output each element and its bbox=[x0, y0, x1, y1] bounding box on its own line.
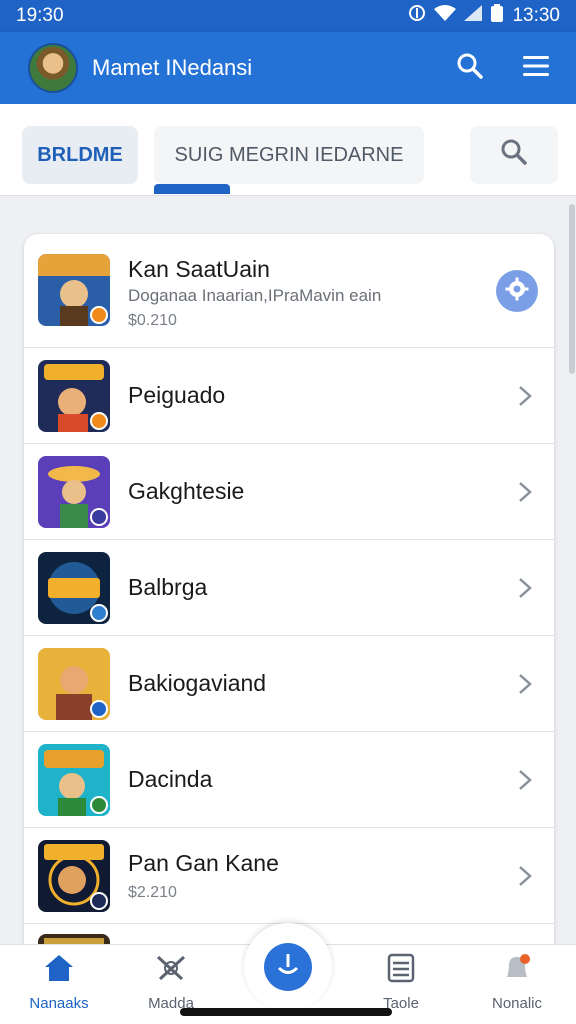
tab-0[interactable]: BRLDME bbox=[22, 126, 138, 184]
chevron-right-icon bbox=[518, 769, 532, 791]
chevron-right-icon bbox=[518, 577, 532, 599]
chevron-right-icon bbox=[518, 385, 532, 407]
tab-1[interactable]: SUIG MEGRIN IEDARNE bbox=[154, 126, 424, 184]
game-icon bbox=[38, 552, 110, 624]
item-title: Gakghtesie bbox=[128, 478, 245, 504]
item-price: $0.210 bbox=[128, 312, 177, 329]
status-time-right: 13:30 bbox=[512, 5, 560, 26]
home-indicator[interactable] bbox=[180, 1008, 392, 1016]
status-icons: 13:30 bbox=[408, 4, 560, 28]
item-subtitle: Doganaa Inaarian,IPraMavin eain bbox=[128, 286, 382, 305]
app-bar: Mamet INedansi bbox=[0, 32, 576, 104]
center-action-inner bbox=[264, 943, 312, 991]
settings-button[interactable] bbox=[496, 270, 538, 312]
game-badge bbox=[90, 604, 108, 622]
list-item[interactable]: Gakghtesie bbox=[24, 444, 554, 540]
game-badge bbox=[90, 412, 108, 430]
list-item[interactable]: Kan SaatUain Doganaa Inaarian,IPraMavin … bbox=[24, 234, 554, 348]
item-title: Pan Gan Kane bbox=[128, 850, 279, 876]
item-title: Balbrga bbox=[128, 574, 208, 600]
scrollbar[interactable] bbox=[569, 204, 575, 374]
menu-button[interactable] bbox=[516, 48, 556, 88]
search-icon bbox=[500, 138, 528, 172]
signal-icon bbox=[464, 5, 483, 27]
swords-icon bbox=[154, 953, 188, 987]
game-icon bbox=[38, 648, 110, 720]
search-icon bbox=[456, 52, 484, 85]
item-title: Kan SaatUain bbox=[128, 256, 270, 282]
list-item[interactable]: Bakiogaviand bbox=[24, 636, 554, 732]
game-badge bbox=[90, 892, 108, 910]
active-tab-indicator bbox=[154, 184, 230, 194]
bell-icon bbox=[501, 953, 533, 987]
settings-icon bbox=[505, 277, 529, 306]
avatar-icon[interactable] bbox=[28, 43, 78, 93]
game-icon bbox=[38, 254, 110, 326]
game-icon bbox=[38, 744, 110, 816]
nav-notifications[interactable]: Nonalic bbox=[462, 953, 572, 1012]
tab-bar: BRLDME SUIG MEGRIN IEDARNE bbox=[0, 104, 576, 196]
list-item[interactable]: Dacinda bbox=[24, 732, 554, 828]
game-badge bbox=[90, 796, 108, 814]
nav-label: Nanaaks bbox=[29, 995, 89, 1012]
game-badge bbox=[90, 508, 108, 526]
download-icon bbox=[274, 951, 302, 984]
tab-search-button[interactable] bbox=[470, 126, 558, 184]
center-action-button[interactable] bbox=[244, 923, 332, 1011]
game-icon bbox=[38, 456, 110, 528]
item-title: Peiguado bbox=[128, 382, 226, 408]
chevron-right-icon bbox=[518, 481, 532, 503]
list-item[interactable]: Peiguado bbox=[24, 348, 554, 444]
item-title: Bakiogaviand bbox=[128, 670, 267, 696]
chevron-right-icon bbox=[518, 673, 532, 695]
game-icon bbox=[38, 840, 110, 912]
nav-home[interactable]: Nanaaks bbox=[4, 953, 114, 1012]
chevron-right-icon bbox=[518, 865, 532, 887]
app-title: Mamet INedansi bbox=[92, 55, 253, 80]
list-item[interactable]: Pan Gan Kane $2.210 bbox=[24, 828, 554, 924]
search-button[interactable] bbox=[450, 48, 490, 88]
nav-table[interactable]: Taole bbox=[346, 953, 456, 1012]
status-bar: 19:30 13:30 bbox=[0, 0, 576, 32]
battery-icon bbox=[490, 4, 504, 28]
game-icon bbox=[38, 360, 110, 432]
nav-label: Nonalic bbox=[491, 995, 543, 1012]
item-price: $2.210 bbox=[128, 884, 177, 901]
hamburger-menu-icon bbox=[523, 55, 549, 82]
item-title: Dacinda bbox=[128, 766, 213, 792]
game-list: Kan SaatUain Doganaa Inaarian,IPraMavin … bbox=[24, 234, 554, 974]
wifi-icon bbox=[434, 5, 457, 27]
do-not-disturb-icon bbox=[408, 4, 426, 28]
nav-battle[interactable]: Madda bbox=[116, 953, 226, 1012]
game-badge bbox=[90, 306, 108, 324]
list-item[interactable]: Balbrga bbox=[24, 540, 554, 636]
game-badge bbox=[90, 700, 108, 718]
list-icon bbox=[387, 953, 415, 987]
status-time: 19:30 bbox=[16, 5, 64, 26]
home-icon bbox=[43, 953, 75, 987]
